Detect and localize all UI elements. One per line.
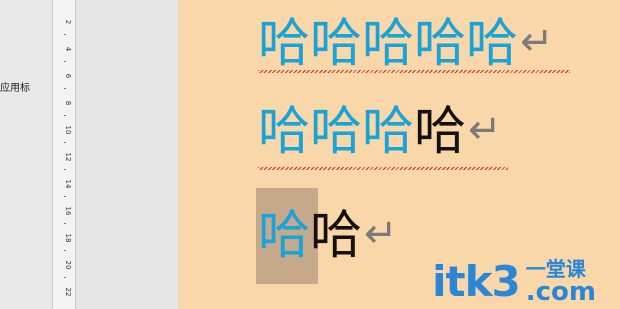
watermark-logo-text: itk3 bbox=[432, 257, 521, 306]
ruler-label: 10 bbox=[64, 125, 72, 135]
ruler-label: 20 bbox=[64, 260, 72, 270]
vertical-ruler[interactable]: 2 4 6 8 10 12 14 16 18 20 22 bbox=[52, 0, 76, 309]
ruler-minor-tick bbox=[64, 250, 66, 251]
ruler-label: 22 bbox=[64, 287, 72, 297]
ruler-label: 4 bbox=[64, 46, 72, 52]
paragraph-mark-icon: ↵ bbox=[520, 19, 554, 65]
line2-black-text: 哈 bbox=[414, 102, 467, 162]
navigation-item-label[interactable]: 应用标 bbox=[0, 79, 30, 94]
ruler-minor-tick bbox=[64, 169, 66, 170]
ruler-label: 14 bbox=[64, 179, 72, 189]
line1-text: 哈哈哈哈哈 bbox=[258, 14, 519, 74]
paragraph-line-3[interactable]: 哈哈↵ bbox=[258, 204, 398, 266]
paragraph-mark-icon: ↵ bbox=[364, 211, 398, 257]
ruler-label: 12 bbox=[64, 152, 72, 162]
paragraph-line-2[interactable]: 哈哈哈哈↵ bbox=[258, 100, 502, 162]
ruler-minor-tick bbox=[64, 142, 66, 143]
watermark-cn: 一堂课 bbox=[525, 257, 586, 281]
ruler-minor-tick bbox=[64, 34, 66, 35]
spellcheck-underline bbox=[258, 70, 570, 73]
ruler-minor-tick bbox=[64, 277, 66, 278]
ruler-minor-tick bbox=[64, 115, 66, 116]
navigation-pane: 应用标 bbox=[0, 0, 52, 309]
line2-blue-text: 哈哈哈 bbox=[258, 102, 415, 162]
watermark-logo: itk3 一堂课 .com bbox=[432, 257, 596, 306]
paragraph-mark-icon: ↵ bbox=[468, 107, 502, 153]
ruler-label: 16 bbox=[64, 206, 72, 216]
ruler-minor-tick bbox=[64, 61, 66, 62]
word-editor-window: 应用标 2 4 6 8 10 12 14 16 18 20 22 哈哈哈哈哈↵ … bbox=[0, 0, 620, 309]
watermark-side: 一堂课 .com bbox=[526, 259, 596, 305]
line3-selected-text[interactable]: 哈 bbox=[258, 206, 310, 266]
document-page[interactable]: 哈哈哈哈哈↵ 哈哈哈哈↵ 哈哈↵ itk3 一堂课 .com bbox=[178, 0, 620, 309]
spellcheck-underline bbox=[258, 167, 508, 170]
ruler-label: 2 bbox=[64, 19, 72, 25]
watermark-com: .com bbox=[525, 277, 596, 307]
ruler-minor-tick bbox=[64, 88, 66, 89]
document-margin-gutter bbox=[76, 0, 178, 309]
ruler-label: 18 bbox=[64, 233, 72, 243]
ruler-label: 6 bbox=[64, 73, 72, 79]
line3-black-text: 哈 bbox=[310, 206, 363, 266]
ruler-minor-tick bbox=[64, 223, 66, 224]
ruler-minor-tick bbox=[64, 196, 66, 197]
paragraph-line-1[interactable]: 哈哈哈哈哈↵ bbox=[258, 12, 554, 74]
ruler-label: 8 bbox=[64, 100, 72, 106]
